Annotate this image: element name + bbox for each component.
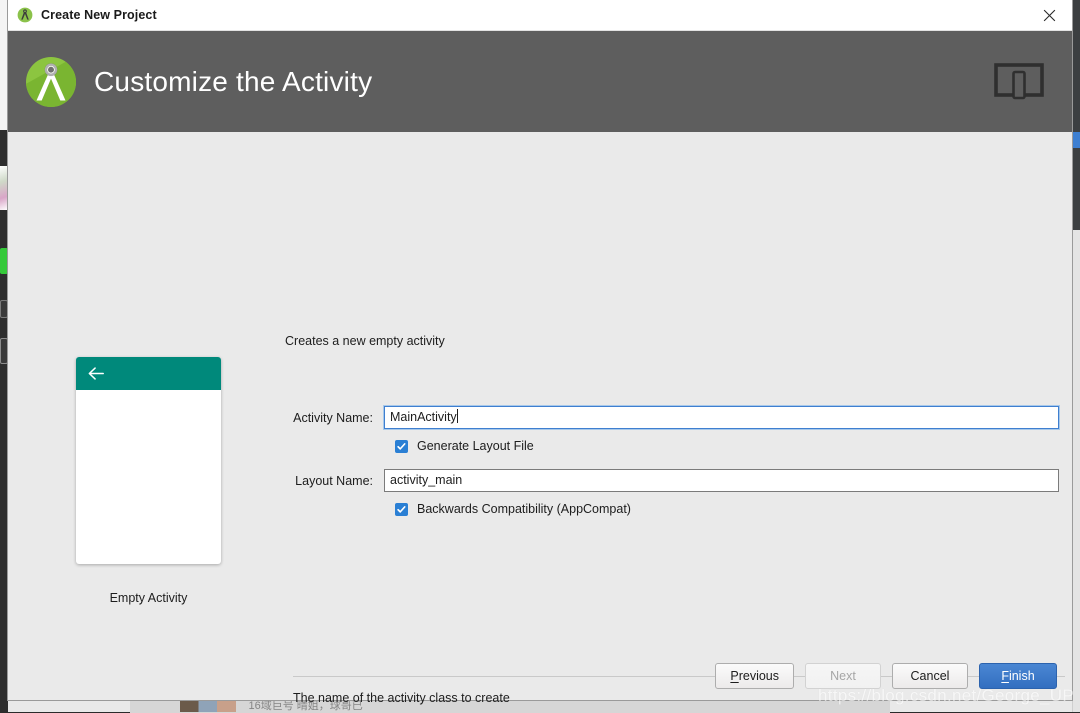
preview-label: Empty Activity	[109, 591, 188, 605]
layout-name-row: Layout Name: activity_main	[285, 469, 1059, 492]
layout-name-input[interactable]: activity_main	[384, 469, 1059, 492]
background-tool-icon-1	[0, 300, 8, 318]
checkbox-checked-icon[interactable]	[395, 439, 408, 453]
android-studio-icon	[17, 7, 33, 23]
finish-button-label: inish	[1008, 669, 1035, 683]
activity-name-input[interactable]: MainActivity	[384, 406, 1059, 429]
background-green-icon	[0, 248, 8, 274]
background-right-accent	[1072, 132, 1080, 148]
activity-name-label: Activity Name:	[293, 410, 373, 425]
generate-layout-checkbox-row[interactable]: Generate Layout File	[285, 436, 1059, 456]
dialog-header-banner: Customize the Activity	[8, 31, 1072, 132]
background-right-light-strip	[1072, 230, 1080, 712]
android-studio-logo-icon	[24, 55, 78, 109]
help-text: The name of the activity class to create	[293, 691, 510, 705]
checkbox-checked-icon[interactable]	[395, 502, 408, 516]
layout-name-value: activity_main	[390, 473, 463, 487]
dialog-title: Create New Project	[41, 8, 157, 22]
device-preview-icon	[994, 62, 1044, 101]
finish-button[interactable]: Finish	[979, 663, 1057, 689]
activity-template-preview[interactable]: Empty Activity	[76, 357, 221, 605]
header-title: Customize the Activity	[94, 65, 373, 97]
background-right-editor-strip	[1072, 0, 1080, 230]
close-icon[interactable]	[1026, 0, 1072, 30]
activity-form: Activity Name: MainActivity Generate Lay…	[285, 406, 1059, 519]
preview-appbar	[76, 357, 221, 390]
background-dark-strip	[0, 130, 8, 712]
back-arrow-icon	[87, 366, 105, 381]
create-new-project-dialog: Create New Project Customize the Activit…	[8, 0, 1072, 705]
dialog-button-bar: Previous Next Cancel Finish	[8, 663, 1072, 689]
next-button[interactable]: Next	[805, 663, 881, 689]
background-tool-icon-2	[0, 338, 8, 364]
backwards-compatibility-label: Backwards Compatibility (AppCompat)	[417, 502, 631, 516]
cancel-button-label: Cancel	[910, 669, 950, 683]
backwards-compatibility-checkbox-row[interactable]: Backwards Compatibility (AppCompat)	[285, 499, 1059, 519]
cancel-button[interactable]: Cancel	[892, 663, 968, 689]
previous-button-mnemonic: P	[730, 669, 739, 683]
dialog-body: Creates a new empty activity Empty Activ…	[8, 132, 1072, 705]
next-button-label: Next	[830, 669, 856, 683]
dialog-titlebar: Create New Project	[8, 0, 1072, 31]
preview-card[interactable]	[76, 357, 221, 564]
activity-description: Creates a new empty activity	[285, 334, 445, 348]
activity-name-value: MainActivity	[390, 410, 457, 424]
finish-button-mnemonic: F	[1001, 669, 1009, 683]
previous-button[interactable]: Previous	[715, 663, 794, 689]
generate-layout-label: Generate Layout File	[417, 439, 534, 453]
layout-name-label: Layout Name:	[295, 473, 373, 488]
text-caret	[456, 409, 458, 423]
activity-name-row: Activity Name: MainActivity	[285, 406, 1059, 429]
background-thumbnail-icon	[0, 166, 8, 210]
background-bottom-window: 16域巨号 晴姐，球哥已	[130, 700, 890, 713]
background-bottom-window-icons	[180, 701, 236, 712]
previous-button-label: revious	[738, 669, 779, 683]
